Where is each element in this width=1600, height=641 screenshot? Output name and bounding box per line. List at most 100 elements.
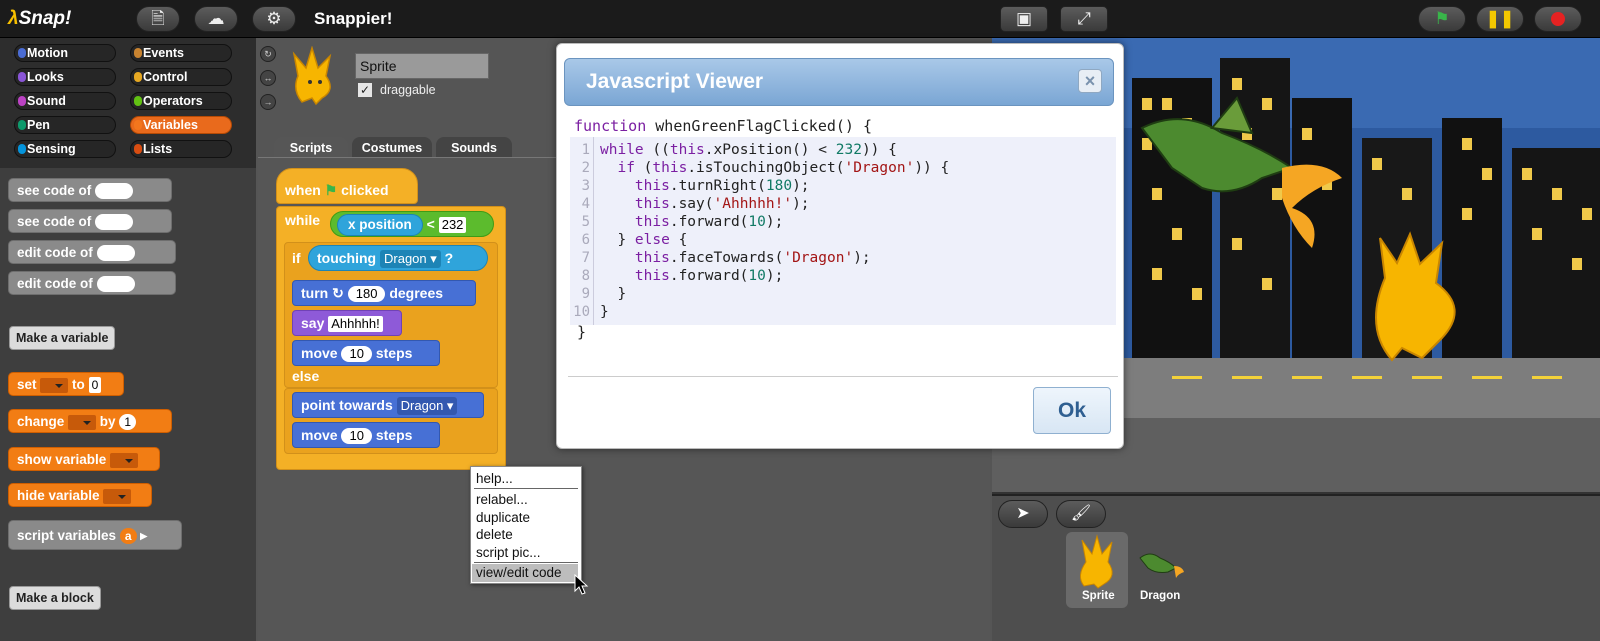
menu-divider	[474, 562, 578, 563]
else-label: else	[292, 368, 320, 384]
line-number: 8	[581, 268, 590, 284]
category-events[interactable]: Events	[130, 44, 232, 62]
stage-size-button[interactable]: ▣	[1000, 6, 1048, 32]
sprite-name-field[interactable]: Sprite	[355, 53, 489, 79]
code-line: this.forward(10);	[634, 268, 784, 284]
close-icon: ×	[1084, 71, 1096, 91]
hide-variable-block[interactable]: hide variable	[8, 483, 152, 507]
rotate-icon: ↻	[264, 49, 272, 59]
move-block[interactable]: move 10 steps	[292, 340, 440, 366]
edit-code-block[interactable]: edit code of	[8, 271, 176, 295]
see-code-block[interactable]: see code of	[8, 178, 172, 202]
show-variable-block[interactable]: show variable	[8, 447, 160, 471]
code-line: this.faceTowards('Dragon');	[634, 250, 871, 266]
menu-item-duplicate[interactable]: duplicate	[476, 510, 530, 525]
rotate-style-button[interactable]: ↻	[260, 46, 276, 62]
edit-code-block[interactable]: edit code of	[8, 240, 176, 264]
while-label: while	[285, 212, 321, 228]
line-number: 2	[581, 160, 590, 176]
category-looks[interactable]: Looks	[14, 68, 116, 86]
dragon-costume[interactable]	[1136, 546, 1186, 582]
close-button[interactable]: ×	[1078, 69, 1102, 93]
fullscreen-icon: ⤢	[1077, 9, 1091, 28]
menu-item-view-edit-code[interactable]: view/edit code	[472, 564, 578, 582]
dragon-label: Dragon	[1140, 590, 1181, 602]
draggable-checkbox[interactable]: ✓	[357, 82, 373, 98]
category-sensing[interactable]: Sensing	[14, 140, 116, 158]
tab-sounds[interactable]: Sounds	[436, 137, 512, 159]
green-flag-button[interactable]: ⚑	[1418, 6, 1466, 32]
mouse-cursor	[574, 574, 589, 595]
x-position-reporter[interactable]: x position	[337, 214, 423, 236]
change-variable-block[interactable]: change by 1	[8, 409, 172, 433]
code-line: this.forward(10);	[634, 214, 784, 230]
line-number: 3	[581, 178, 590, 194]
flip-icon: ↔	[263, 73, 273, 83]
dialog-title: Javascript Viewer	[586, 70, 764, 93]
code-line: while ((this.xPosition() < 232)) {	[600, 142, 897, 158]
menu-item-help[interactable]: help...	[476, 471, 513, 486]
cloud-button[interactable]: ☁	[194, 6, 238, 32]
category-sound[interactable]: Sound	[14, 92, 116, 110]
file-icon: 🗎	[151, 9, 165, 28]
normal-stage-icon: ▣	[1015, 9, 1033, 28]
tab-scripts[interactable]: Scripts	[274, 137, 348, 159]
tab-costumes[interactable]: Costumes	[352, 137, 432, 159]
arrow-right-icon[interactable]: ▸	[140, 528, 147, 543]
arrow-right-icon: →	[263, 97, 273, 107]
say-block[interactable]: say Ahhhhh!	[292, 310, 402, 336]
make-variable-button[interactable]: Make a variable	[9, 326, 116, 350]
cloud-icon: ☁	[207, 9, 225, 28]
menu-item-relabel[interactable]: relabel...	[476, 492, 528, 507]
settings-button[interactable]: ⚙	[252, 6, 296, 32]
script-variables-block[interactable]: script variables a ▸	[8, 520, 182, 550]
line-number: 5	[581, 214, 590, 230]
touching-block[interactable]: touching Dragon ▾ ?	[308, 245, 488, 271]
turn-block[interactable]: turn ↻ 180 degrees	[292, 280, 476, 306]
stop-button[interactable]	[1534, 6, 1582, 32]
project-title: Snappier!	[314, 9, 393, 28]
menu-item-delete[interactable]: delete	[476, 527, 513, 542]
paint-sprite-button[interactable]: 🖌	[1056, 500, 1106, 528]
pause-icon: ❚❚	[1485, 9, 1515, 28]
pause-button[interactable]: ❚❚	[1476, 6, 1524, 32]
less-than-operator[interactable]: x position < 232	[330, 211, 494, 237]
sprite-label: Sprite	[1082, 590, 1115, 602]
top-bar	[0, 0, 1600, 38]
green-flag-icon: ⚑	[324, 182, 338, 198]
set-variable-block[interactable]: set to 0	[8, 372, 124, 396]
arrow-icon: ➤	[1016, 505, 1030, 522]
code-line: this.say('Ahhhhh!');	[634, 196, 810, 212]
see-code-block[interactable]: see code of	[8, 209, 172, 233]
dialog-divider	[568, 376, 1118, 377]
category-motion[interactable]: Motion	[14, 44, 116, 62]
code-line: this.turnRight(180);	[634, 178, 810, 194]
category-lists[interactable]: Lists	[130, 140, 232, 158]
stop-icon	[1551, 12, 1565, 26]
paintbrush-icon: 🖌	[1070, 505, 1092, 522]
line-number: 6	[581, 232, 590, 248]
when-flag-clicked-hat[interactable]: when ⚑ clicked	[276, 168, 418, 204]
snap-logo[interactable]: λSnap!	[4, 4, 71, 34]
point-towards-block[interactable]: point towards Dragon ▾	[292, 392, 484, 418]
code-line: }	[600, 304, 609, 320]
code-line: if (this.isTouchingObject('Dragon')) {	[617, 160, 950, 176]
code-footer: }	[577, 323, 587, 341]
line-number: 7	[581, 250, 590, 266]
menu-item-script-pic[interactable]: script pic...	[476, 545, 541, 560]
no-rotate-button[interactable]: →	[260, 94, 276, 110]
green-flag-icon: ⚑	[1434, 9, 1450, 28]
file-menu-button[interactable]: 🗎	[136, 6, 180, 32]
category-variables[interactable]: Variables	[130, 116, 232, 134]
move-block[interactable]: move 10 steps	[292, 422, 440, 448]
category-operators[interactable]: Operators	[130, 92, 232, 110]
make-block-button[interactable]: Make a block	[9, 586, 101, 610]
flip-style-button[interactable]: ↔	[260, 70, 276, 86]
line-number: 10	[573, 304, 590, 320]
ok-button[interactable]: Ok	[1033, 387, 1111, 434]
turtle-sprite-button[interactable]: ➤	[998, 500, 1048, 528]
presentation-button[interactable]: ⤢	[1060, 6, 1108, 32]
category-control[interactable]: Control	[130, 68, 232, 86]
gear-icon: ⚙	[266, 9, 282, 28]
category-pen[interactable]: Pen	[14, 116, 116, 134]
